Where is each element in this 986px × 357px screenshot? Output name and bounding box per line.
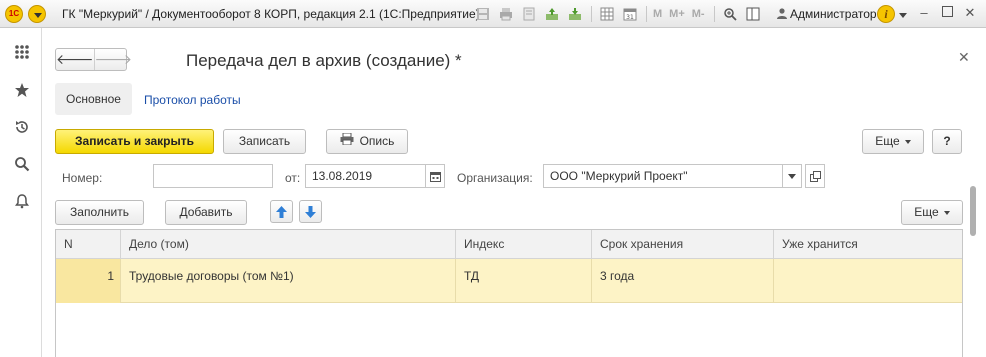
window-title: ГК "Меркурий" / Документооборот 8 КОРП, … — [62, 7, 480, 21]
print-icon[interactable] — [497, 5, 515, 23]
window-close-icon[interactable]: ✕ — [963, 6, 977, 20]
cell-n[interactable]: 1 — [56, 259, 121, 303]
more-label: Еще — [875, 134, 900, 148]
tab-work-log[interactable]: Протокол работы — [144, 93, 241, 107]
column-header-stored[interactable]: Уже хранится — [774, 230, 962, 259]
info-dropdown-icon[interactable] — [899, 13, 907, 18]
info-icon[interactable]: i — [877, 5, 895, 23]
apps-grid-icon[interactable] — [13, 43, 31, 61]
number-label: Номер: — [62, 171, 103, 185]
favorites-star-icon[interactable] — [13, 81, 31, 99]
date-label: от: — [285, 171, 301, 185]
inventory-button[interactable]: Опись — [326, 129, 408, 154]
panel-layout-icon[interactable] — [744, 5, 762, 23]
table-more-actions-button[interactable]: Еще — [901, 200, 963, 225]
number-field[interactable] — [153, 164, 273, 188]
table-more-label: Еще — [914, 205, 939, 219]
calendar-icon[interactable]: 31 — [621, 5, 639, 23]
organization-dropdown-icon[interactable] — [782, 164, 802, 188]
table-icon[interactable] — [598, 5, 616, 23]
window-titlebar: 1С ГК "Меркурий" / Документооборот 8 КОР… — [0, 0, 986, 28]
calendar-picker-icon[interactable] — [425, 164, 445, 188]
inventory-label: Опись — [359, 134, 395, 148]
column-header-n[interactable]: N — [56, 230, 121, 259]
cases-table: N Дело (том) Индекс Срок хранения Уже хр… — [55, 229, 963, 357]
cell-case[interactable]: Трудовые договоры (том №1) — [121, 259, 456, 303]
sections-panel — [0, 28, 42, 357]
table-row[interactable]: 1 Трудовые договоры (том №1) ТД 3 года — [56, 259, 962, 303]
save-icon[interactable] — [474, 5, 492, 23]
page-title: Передача дел в архив (создание) * — [186, 51, 462, 70]
1c-logo-icon[interactable]: 1С — [5, 5, 23, 23]
attach-icon[interactable] — [543, 5, 561, 23]
chevron-down-icon — [943, 210, 950, 215]
column-header-case[interactable]: Дело (том) — [121, 230, 456, 259]
move-down-arrow-icon[interactable] — [299, 200, 322, 223]
date-field[interactable]: 13.08.2019 — [305, 164, 426, 188]
fill-button[interactable]: Заполнить — [55, 200, 144, 225]
organization-field[interactable]: ООО "Меркурий Проект" — [543, 164, 783, 188]
back-arrow-icon[interactable]: 🡐 — [56, 49, 94, 70]
help-button[interactable]: ? — [932, 129, 962, 154]
memory-m-button[interactable]: M — [653, 5, 662, 23]
preview-icon[interactable] — [520, 5, 538, 23]
form-close-icon[interactable]: ✕ — [958, 49, 970, 66]
search-icon[interactable] — [13, 155, 31, 173]
column-header-period[interactable]: Срок хранения — [592, 230, 774, 259]
tab-main[interactable]: Основное — [55, 83, 132, 115]
cell-index[interactable]: ТД — [456, 259, 592, 303]
printer-icon — [340, 130, 354, 153]
forward-arrow-icon[interactable]: 🡒 — [93, 49, 132, 70]
main-menu-button[interactable] — [28, 5, 46, 23]
svg-text:31: 31 — [626, 14, 634, 21]
save-button[interactable]: Записать — [223, 129, 306, 154]
user-icon — [777, 8, 787, 19]
memory-plus-button[interactable]: M+ — [669, 5, 685, 23]
notifications-bell-icon[interactable] — [13, 192, 31, 210]
current-user[interactable]: Администратор — [790, 7, 877, 21]
history-nav: 🡐 🡒 — [55, 48, 132, 71]
maximize-icon[interactable] — [940, 6, 954, 20]
add-button[interactable]: Добавить — [165, 200, 247, 225]
more-actions-button[interactable]: Еще — [862, 129, 924, 154]
toolbar-divider — [646, 6, 647, 22]
scrollbar-thumb[interactable] — [970, 186, 976, 236]
toolbar-divider — [713, 6, 715, 22]
open-organization-icon[interactable] — [805, 164, 825, 188]
chevron-down-icon — [904, 139, 911, 144]
memory-minus-button[interactable]: M- — [692, 5, 705, 23]
cell-stored[interactable] — [774, 259, 962, 303]
vertical-scrollbar[interactable] — [968, 186, 978, 357]
save-and-close-button[interactable]: Записать и закрыть — [55, 129, 214, 154]
table-header: N Дело (том) Индекс Срок хранения Уже хр… — [56, 230, 962, 259]
organization-label: Организация: — [457, 171, 533, 185]
toolbar-divider — [591, 6, 592, 22]
zoom-icon[interactable] — [721, 5, 739, 23]
history-icon[interactable] — [13, 118, 31, 136]
upload-icon[interactable] — [566, 5, 584, 23]
move-up-arrow-icon[interactable] — [270, 200, 293, 223]
cell-period[interactable]: 3 года — [592, 259, 774, 303]
column-header-index[interactable]: Индекс — [456, 230, 592, 259]
titlebar-tools: 31 M M+ M- — [474, 5, 767, 23]
minimize-icon[interactable]: – — [917, 6, 931, 20]
